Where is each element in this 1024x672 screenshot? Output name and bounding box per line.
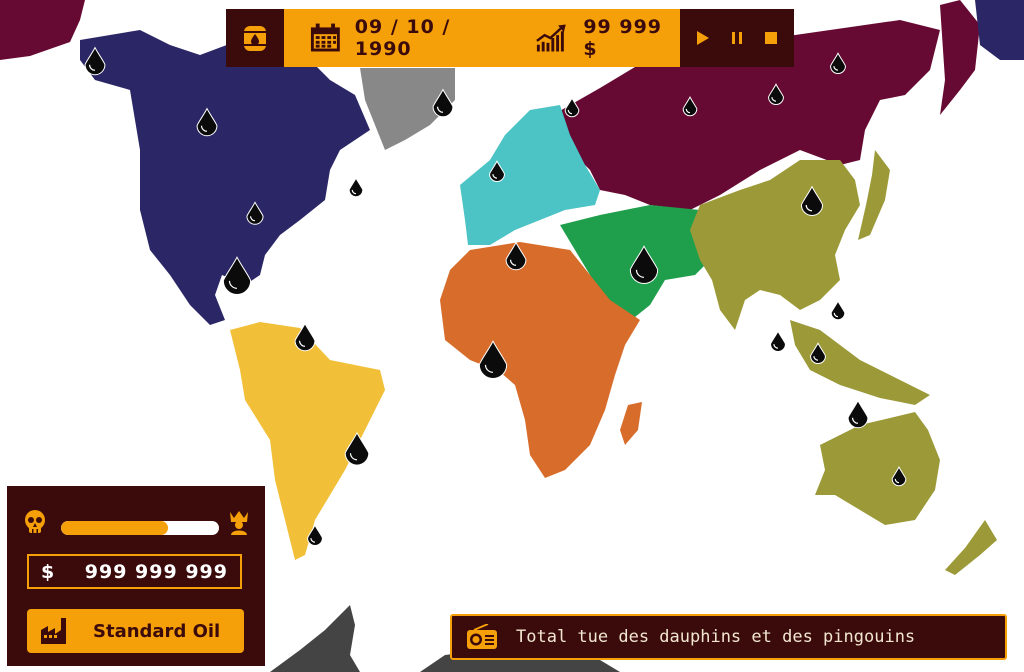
calendar-icon	[310, 23, 340, 52]
crown-king-icon	[230, 511, 248, 535]
chart-growth-icon	[535, 24, 566, 52]
region-antarctica[interactable]	[270, 605, 360, 672]
company-button[interactable]: Standard Oil	[27, 609, 244, 653]
region-russia-east[interactable]	[940, 0, 980, 115]
status-panel: $ 999 999 999 Standard Oil	[7, 486, 265, 666]
radio-icon	[467, 624, 497, 649]
game-date: 09 / 10 / 1990	[354, 16, 451, 60]
skull-icon	[25, 510, 45, 533]
pause-button[interactable]	[725, 26, 749, 50]
factory-icon	[41, 618, 66, 644]
pause-icon	[732, 32, 742, 44]
region-north-america-east[interactable]	[975, 0, 1024, 60]
money-display: $ 999 999 999	[27, 554, 242, 589]
company-name: Standard Oil	[93, 620, 221, 642]
region-southeast-asia[interactable]	[790, 320, 930, 405]
top-bar-info: 09 / 10 / 1990 99 999 $	[284, 9, 680, 67]
region-japan[interactable]	[858, 150, 890, 240]
region-australia[interactable]	[815, 412, 940, 525]
region-alaska-west[interactable]	[0, 0, 85, 60]
news-text: Total tue des dauphins et des pingouins	[516, 627, 916, 647]
oil-barrel-button[interactable]	[226, 9, 284, 67]
region-madagascar[interactable]	[620, 402, 642, 445]
stop-button[interactable]	[759, 26, 783, 50]
news-ticker[interactable]: Total tue des dauphins et des pingouins	[450, 614, 1007, 660]
oil-barrel-icon	[244, 26, 266, 51]
region-new-zealand[interactable]	[945, 520, 997, 575]
play-button[interactable]	[691, 26, 715, 50]
money-amount: 999 999 999	[84, 560, 228, 583]
play-icon	[697, 31, 709, 45]
currency-symbol: $	[41, 560, 55, 583]
reputation-bar-fill	[61, 521, 169, 535]
top-bar: 09 / 10 / 1990 99 999 $	[226, 9, 794, 67]
reputation-bar	[61, 521, 219, 535]
speed-controls	[680, 9, 794, 67]
stop-icon	[765, 32, 777, 44]
balance-display: 99 999 $	[583, 16, 663, 60]
